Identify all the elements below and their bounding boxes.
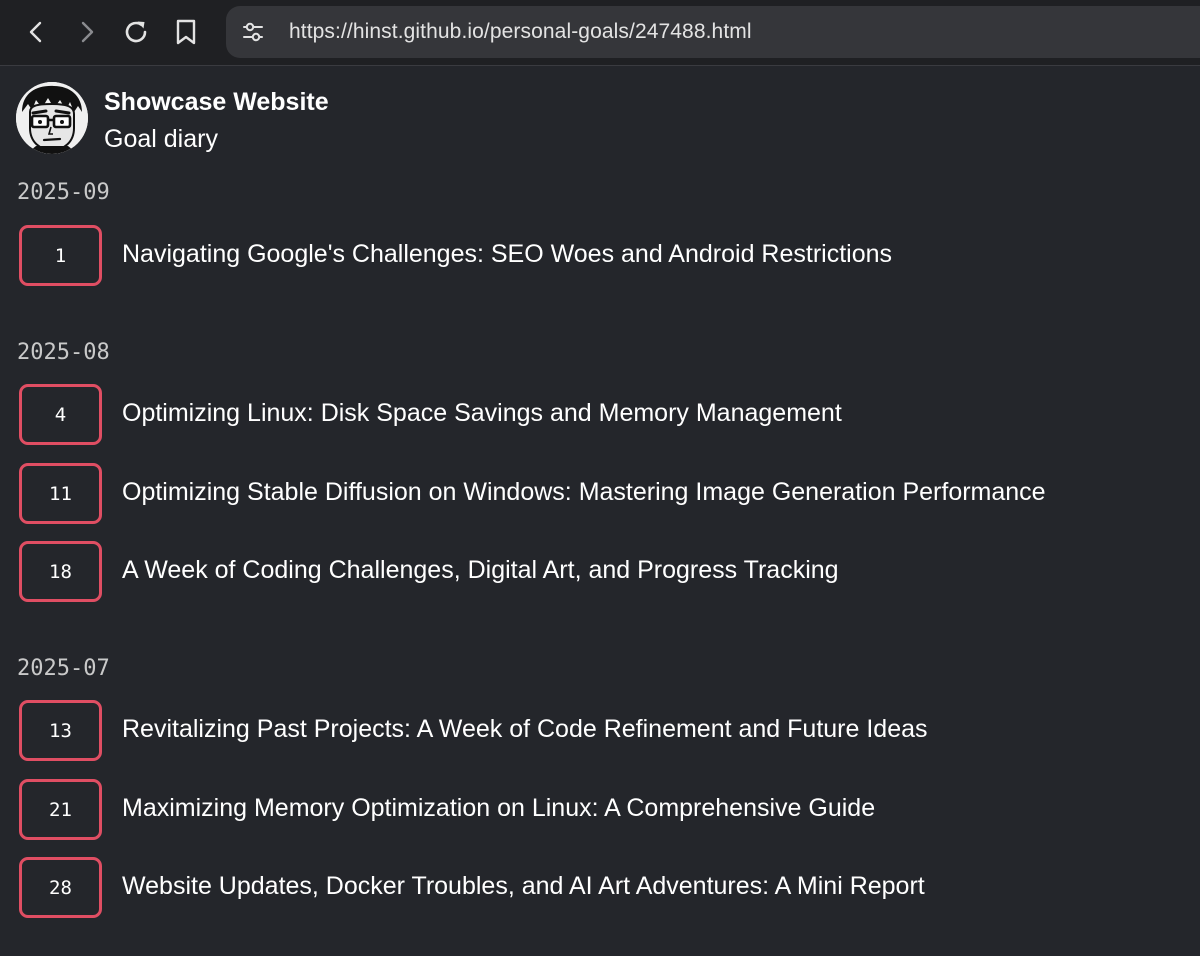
- goal-entry[interactable]: 21 Maximizing Memory Optimization on Lin…: [19, 779, 1179, 840]
- month-label: 2025-07: [17, 656, 110, 681]
- day-badge[interactable]: 18: [19, 541, 102, 602]
- avatar-illustration: [16, 82, 88, 154]
- goal-link[interactable]: A Week of Coding Challenges, Digital Art…: [122, 556, 839, 585]
- back-button[interactable]: [19, 14, 55, 50]
- browser-toolbar: https://hinst.github.io/personal-goals/2…: [0, 0, 1200, 66]
- back-icon: [29, 21, 42, 43]
- day-badge[interactable]: 28: [19, 857, 102, 918]
- day-badge[interactable]: 11: [19, 463, 102, 524]
- day-badge[interactable]: 21: [19, 779, 102, 840]
- site-info-icon: [243, 22, 263, 42]
- address-bar[interactable]: https://hinst.github.io/personal-goals/2…: [226, 6, 1200, 58]
- site-info-button[interactable]: [240, 19, 266, 45]
- goal-entry[interactable]: 18 A Week of Coding Challenges, Digital …: [19, 541, 1179, 602]
- month-label: 2025-09: [17, 180, 110, 205]
- goal-entry[interactable]: 13 Revitalizing Past Projects: A Week of…: [19, 700, 1179, 761]
- month-label: 2025-08: [17, 340, 110, 365]
- goal-entry[interactable]: 11 Optimizing Stable Diffusion on Window…: [19, 463, 1179, 524]
- day-badge[interactable]: 4: [19, 384, 102, 445]
- reload-button[interactable]: [118, 14, 154, 50]
- reload-icon: [125, 21, 147, 43]
- goal-entry[interactable]: 4 Optimizing Linux: Disk Space Savings a…: [19, 384, 1179, 445]
- site-subtitle: Goal diary: [104, 125, 218, 153]
- goal-link[interactable]: Revitalizing Past Projects: A Week of Co…: [122, 715, 928, 744]
- day-badge[interactable]: 13: [19, 700, 102, 761]
- goal-entry[interactable]: 1 Navigating Google's Challenges: SEO Wo…: [19, 225, 1179, 286]
- url-text[interactable]: https://hinst.github.io/personal-goals/2…: [289, 20, 752, 44]
- goal-link[interactable]: Optimizing Stable Diffusion on Windows: …: [122, 478, 1046, 507]
- forward-icon: [81, 21, 94, 43]
- bookmark-icon: [176, 19, 196, 45]
- goal-link[interactable]: Optimizing Linux: Disk Space Savings and…: [122, 399, 842, 428]
- day-badge[interactable]: 1: [19, 225, 102, 286]
- goal-link[interactable]: Maximizing Memory Optimization on Linux:…: [122, 794, 875, 823]
- goal-entry[interactable]: 28 Website Updates, Docker Troubles, and…: [19, 857, 1179, 918]
- goal-link[interactable]: Navigating Google's Challenges: SEO Woes…: [122, 240, 892, 269]
- bookmark-button[interactable]: [168, 14, 204, 50]
- goal-link[interactable]: Website Updates, Docker Troubles, and AI…: [122, 872, 925, 901]
- site-title[interactable]: Showcase Website: [104, 88, 329, 117]
- avatar: [16, 82, 88, 154]
- forward-button[interactable]: [68, 14, 104, 50]
